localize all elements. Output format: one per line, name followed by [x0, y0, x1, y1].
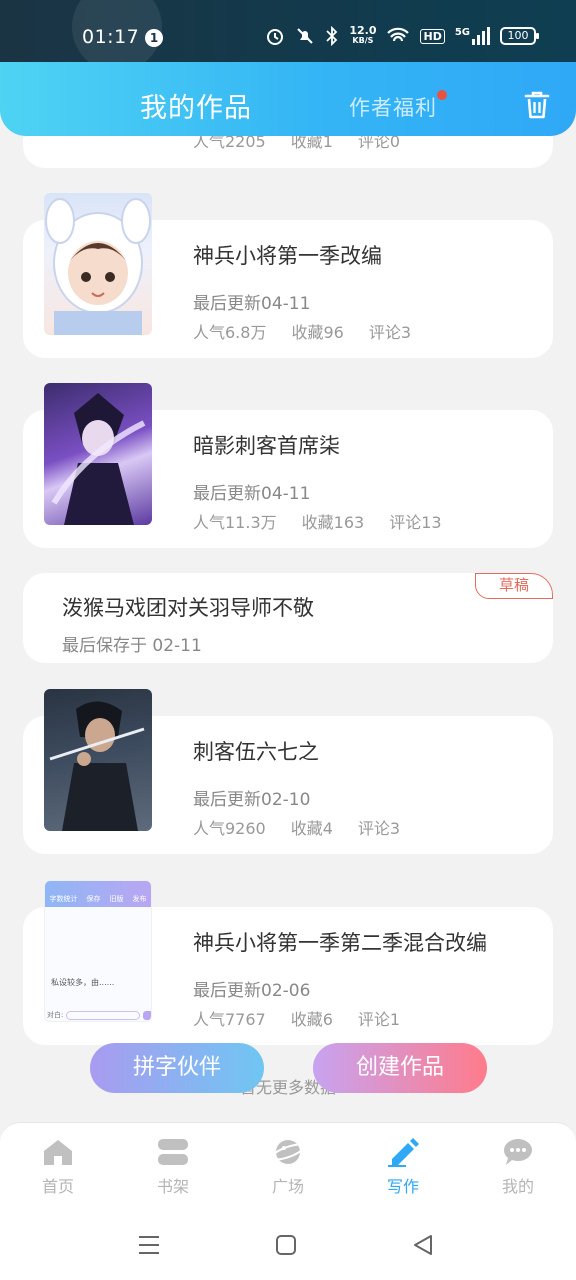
tab-mine[interactable]: 我的 [473, 1137, 563, 1197]
writing-partner-button[interactable]: 拼字伙伴 [90, 1043, 264, 1093]
pen-icon [388, 1138, 419, 1167]
work-stats: 人气6.8万 收藏96 评论3 [193, 323, 412, 342]
back-triangle-icon[interactable] [410, 1232, 436, 1258]
signal-indicator: 5G [455, 27, 490, 45]
home-square-icon[interactable] [273, 1232, 299, 1258]
work-stats: 人气11.3万 收藏163 评论13 [193, 513, 442, 532]
chat-bubble-icon [503, 1139, 532, 1165]
work-cover-image[interactable] [44, 193, 152, 335]
draft-card[interactable]: 泼猴马戏团对关羽导师不敬 最后保存于 02-11 草稿 [23, 573, 553, 663]
tab-write[interactable]: 写作 [358, 1137, 448, 1197]
hd-icon: HD [420, 28, 445, 44]
work-title: 暗影刺客首席柒 [193, 434, 340, 458]
tab-bookshelf[interactable]: 书架 [128, 1137, 218, 1197]
work-updated: 最后更新02-06 [193, 981, 311, 1001]
bottom-tab-bar: 首页 书架 广场 写作 我的 [0, 1122, 576, 1210]
bookshelf-icon [158, 1139, 188, 1165]
tab-author-welfare[interactable]: 作者福利 [349, 92, 437, 122]
battery-indicator: 100 [500, 27, 539, 45]
wifi-icon [387, 27, 410, 42]
status-time: 01:17 [82, 26, 140, 48]
tab-my-works[interactable]: 我的作品 [140, 86, 252, 125]
header: 我的作品 作者福利 [0, 62, 576, 136]
planet-icon [271, 1140, 305, 1164]
work-title: 刺客伍六七之 [193, 740, 319, 764]
create-work-button[interactable]: 创建作品 [313, 1043, 487, 1093]
work-updated: 最后更新04-11 [193, 484, 311, 504]
work-cover-image[interactable] [44, 689, 152, 831]
work-title: 神兵小将第一季改编 [193, 244, 382, 268]
work-updated: 最后更新02-10 [193, 790, 311, 810]
work-stats: 人气7767 收藏6 评论1 [193, 1010, 401, 1029]
net-speed: 12.0 KB/S [349, 24, 377, 45]
work-updated: 最后更新04-11 [193, 294, 311, 314]
alarm-icon [267, 29, 284, 45]
tab-home[interactable]: 首页 [13, 1137, 103, 1197]
work-cover-image[interactable] [44, 383, 152, 525]
home-icon [44, 1140, 72, 1165]
tab-plaza[interactable]: 广场 [243, 1137, 333, 1197]
menu-icon[interactable] [136, 1232, 162, 1258]
mute-icon [297, 28, 314, 44]
draft-title: 泼猴马戏团对关羽导师不敬 [62, 596, 314, 620]
bluetooth-icon [326, 26, 338, 46]
trash-icon[interactable] [524, 90, 550, 120]
draft-saved: 最后保存于 02-11 [62, 636, 202, 656]
draft-badge: 草稿 [475, 573, 553, 599]
no-more-data-text: 暂无更多数据 [239, 1078, 336, 1097]
work-cover-image[interactable]: 字数统计 保存 旧版 发布 私设较多，由...... 对白: [44, 880, 152, 1022]
notification-badge: 1 [145, 29, 163, 47]
system-navigation-bar [0, 1210, 576, 1280]
work-title: 神兵小将第一季第二季混合改编 [193, 931, 487, 955]
status-icons: 12.0 KB/S HD 5G 100 [265, 24, 539, 46]
status-bar: 01:17 1 12.0 KB/S HD 5G 100 [0, 0, 576, 72]
work-stats: 人气9260 收藏4 评论3 [193, 819, 401, 838]
welfare-red-dot [437, 90, 447, 100]
